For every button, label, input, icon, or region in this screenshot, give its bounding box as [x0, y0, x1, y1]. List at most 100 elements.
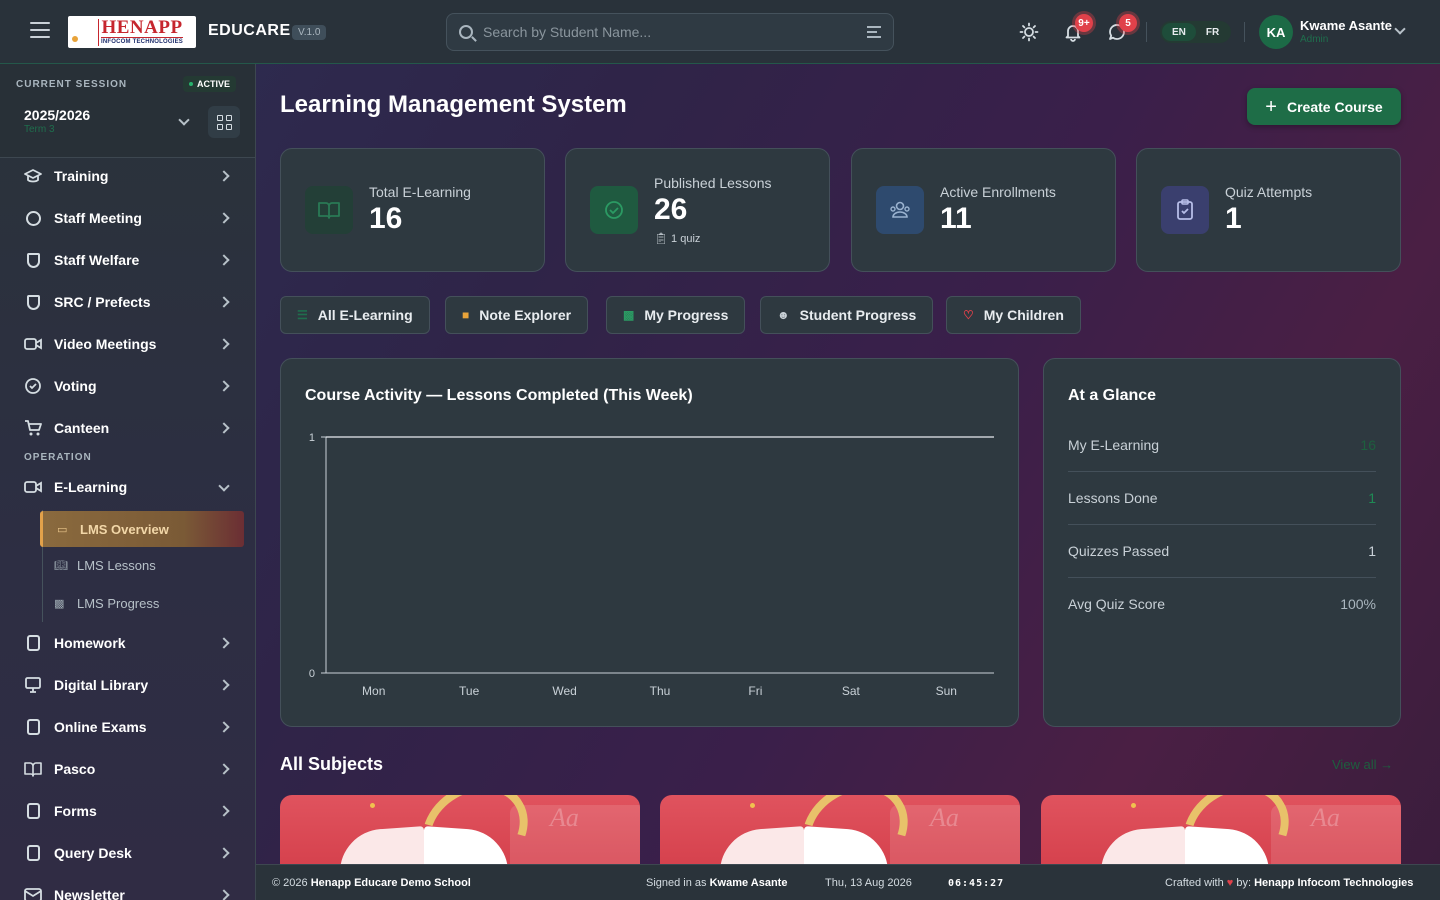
users-icon: ☻: [777, 308, 790, 322]
book-icon: 📖︎: [54, 559, 68, 572]
sidebar-item-label: Homework: [54, 635, 126, 651]
tab-my-children[interactable]: ♡ My Children: [946, 296, 1081, 334]
logo-wordmark: HENAPP: [101, 16, 183, 38]
shield-icon: [24, 251, 42, 269]
sidebar-subitem-label: LMS Progress: [77, 595, 160, 611]
subject-card[interactable]: Aa: [280, 795, 640, 875]
tab-student-progress[interactable]: ☻ Student Progress: [760, 296, 934, 334]
session-label: CURRENT SESSION: [16, 79, 128, 90]
user-menu-chevron-down-icon[interactable]: [1394, 23, 1406, 35]
book-icon: [305, 186, 353, 234]
lang-en-button[interactable]: EN: [1162, 23, 1196, 41]
theme-toggle-sun-icon[interactable]: [1017, 20, 1041, 44]
filter-icon[interactable]: [867, 26, 881, 38]
stat-value: 26: [654, 193, 688, 226]
graduation-cap-icon: [24, 167, 42, 185]
company-name: Henapp Infocom Technologies: [1254, 877, 1414, 889]
stat-card-published-lessons: Published Lessons 26 📋︎ 1 quiz: [565, 148, 830, 272]
notifications-bell-icon[interactable]: 9+: [1061, 14, 1093, 44]
list-icon: ☰: [297, 308, 308, 322]
sidebar-item-staff-welfare[interactable]: Staff Welfare: [0, 239, 255, 281]
document-icon: [24, 634, 42, 652]
create-course-button[interactable]: + Create Course: [1247, 88, 1401, 125]
stat-value: 11: [940, 202, 972, 235]
x-tick-label: Tue: [459, 684, 480, 698]
glance-label: Avg Quiz Score: [1068, 596, 1166, 612]
messages-chat-icon[interactable]: 5: [1105, 14, 1137, 44]
sidebar-subitem-lms-overview[interactable]: ▭ LMS Overview: [40, 511, 244, 547]
tab-my-progress[interactable]: ▩ My Progress: [606, 296, 746, 334]
clipboard-icon: [24, 802, 42, 820]
sidebar-subitem-lms-lessons[interactable]: 📖︎ LMS Lessons: [40, 547, 244, 583]
cart-icon: [24, 419, 42, 437]
y-tick-label: 1: [309, 432, 315, 444]
sidebar-item-training[interactable]: Training: [0, 155, 255, 197]
bar-chart-icon: ▩: [623, 308, 635, 322]
search-input[interactable]: [483, 24, 867, 40]
chevron-right-icon: [218, 254, 230, 266]
subject-card[interactable]: Aa: [1041, 795, 1401, 875]
sidebar-item-pasco[interactable]: Pasco: [0, 748, 255, 790]
glance-title: At a Glance: [1068, 387, 1157, 404]
footer-clock: 06:45:27: [948, 878, 1005, 889]
logo-subtitle: INFOCOM TECHNOLOGIES: [101, 36, 183, 45]
sidebar-item-e-learning[interactable]: E-Learning: [0, 466, 255, 508]
sidebar-item-label: Canteen: [54, 420, 110, 436]
sidebar-item-digital-library[interactable]: Digital Library: [0, 664, 255, 706]
main-content: Learning Management System + Create Cour…: [256, 64, 1440, 875]
sidebar-item-online-exams[interactable]: Online Exams: [0, 706, 255, 748]
sidebar-item-voting[interactable]: Voting: [0, 365, 255, 407]
sidebar-item-label: Online Exams: [54, 719, 147, 735]
sidebar-item-canteen[interactable]: Canteen: [0, 407, 255, 449]
sidebar-item-homework[interactable]: Homework: [0, 622, 255, 664]
sidebar-item-query-desk[interactable]: Query Desk: [0, 832, 255, 874]
divider: [1146, 22, 1147, 42]
glance-value: 16: [1360, 437, 1376, 453]
tab-all-elearning[interactable]: ☰ All E-Learning: [280, 296, 430, 334]
chevron-down-icon: [218, 480, 230, 492]
glance-row-quizzes-passed: Quizzes Passed 1: [1068, 525, 1376, 578]
sidebar-section-operation: OPERATION: [24, 452, 92, 463]
chevron-right-icon: [218, 422, 230, 434]
user-name[interactable]: Kwame Asante: [1300, 18, 1392, 33]
school-name: Henapp Educare Demo School: [310, 877, 471, 889]
x-tick-label: Thu: [650, 684, 671, 698]
messages-badge: 5: [1119, 14, 1137, 32]
apps-grid-icon[interactable]: [208, 106, 240, 138]
chevron-right-icon: [218, 889, 230, 900]
tab-note-explorer[interactable]: ■ Note Explorer: [445, 296, 589, 334]
sidebar-item-video-meetings[interactable]: Video Meetings: [0, 323, 255, 365]
video-icon: [24, 478, 42, 496]
sidebar-item-label: E-Learning: [54, 479, 128, 495]
sidebar-item-label: Query Desk: [54, 845, 132, 861]
lang-fr-button[interactable]: FR: [1196, 23, 1229, 41]
session-chevron-down-icon[interactable]: [178, 114, 190, 126]
view-all-link[interactable]: View all →: [1332, 757, 1393, 772]
session-year[interactable]: 2025/2026: [24, 107, 90, 123]
sidebar-item-staff-meeting[interactable]: Staff Meeting: [0, 197, 255, 239]
sidebar-item-newsletter[interactable]: Newsletter: [0, 874, 255, 900]
sidebar-item-src-prefects[interactable]: SRC / Prefects: [0, 281, 255, 323]
hamburger-menu-icon[interactable]: [30, 22, 50, 42]
sidebar-subitem-lms-progress[interactable]: ▩ LMS Progress: [40, 585, 244, 621]
glance-label: Lessons Done: [1068, 490, 1158, 506]
avatar[interactable]: KA: [1259, 15, 1293, 49]
chevron-right-icon: [218, 721, 230, 733]
stat-label: Published Lessons: [654, 175, 772, 191]
mail-icon: [24, 886, 42, 900]
stat-card-active-enrollments: Active Enrollments 11: [851, 148, 1116, 272]
sidebar-item-forms[interactable]: Forms: [0, 790, 255, 832]
footer-credits: Crafted with ♥ by: Henapp Infocom Techno…: [1165, 877, 1414, 889]
glance-row-avg-quiz-score: Avg Quiz Score 100%: [1068, 578, 1376, 631]
subject-card[interactable]: Aa: [660, 795, 1020, 875]
footer-signed-in: Signed in as Kwame Asante: [646, 877, 788, 889]
company-logo[interactable]: HENAPP INFOCOM TECHNOLOGIES: [68, 16, 196, 48]
x-tick-label: Fri: [748, 684, 762, 698]
chevron-right-icon: [218, 296, 230, 308]
chevron-right-icon: [218, 763, 230, 775]
glance-row-lessons-done: Lessons Done 1: [1068, 472, 1376, 525]
create-course-label: Create Course: [1286, 98, 1383, 115]
users-icon: [876, 186, 924, 234]
folder-icon: ■: [462, 308, 470, 322]
x-tick-label: Mon: [362, 684, 385, 698]
